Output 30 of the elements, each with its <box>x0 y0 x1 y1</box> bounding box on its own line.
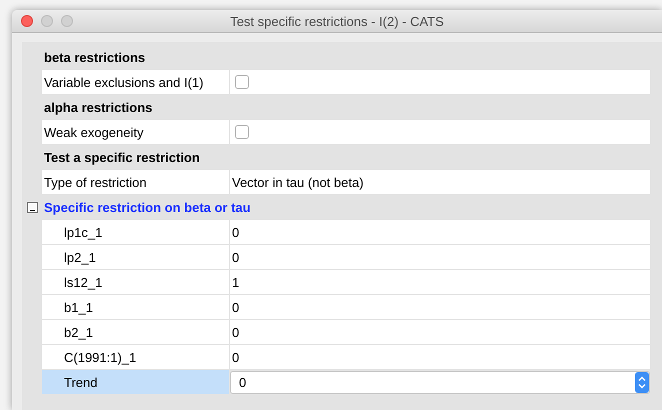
property-label[interactable]: b1_1 <box>42 295 230 320</box>
spin-field[interactable]: 0 <box>230 370 650 394</box>
section-header: alpha restrictions <box>43 99 152 117</box>
property-label[interactable]: C(1991:1)_1 <box>42 345 230 370</box>
checkbox[interactable] <box>235 125 249 139</box>
property-label[interactable]: Weak exogeneity <box>42 120 230 145</box>
group-header[interactable]: Specific restriction on beta or tau <box>42 195 251 220</box>
property-value[interactable]: 0 <box>232 300 240 314</box>
collapse-icon[interactable] <box>26 202 38 213</box>
property-label[interactable]: Type of restriction <box>42 170 230 195</box>
checkbox[interactable] <box>235 75 249 89</box>
property-value[interactable]: 0 <box>232 350 240 364</box>
stepper-icon[interactable] <box>635 372 649 392</box>
property-value[interactable]: 0 <box>232 224 240 240</box>
window-title: Test specific restrictions - I(2) - CATS <box>230 14 444 28</box>
section-header: beta restrictions <box>43 49 146 67</box>
property-label[interactable]: Trend <box>42 370 230 395</box>
close-button[interactable] <box>21 15 33 27</box>
property-label[interactable]: ls12_1 <box>42 270 230 295</box>
property-label[interactable]: b2_1 <box>42 320 230 345</box>
minimize-button[interactable] <box>41 15 53 27</box>
property-value[interactable]: 0 <box>232 250 240 264</box>
property-label[interactable]: lp1c_1 <box>42 220 230 245</box>
property-value[interactable]: 1 <box>232 274 240 290</box>
property-value[interactable]: 0 <box>232 324 240 340</box>
zoom-button[interactable] <box>61 15 73 27</box>
property-value[interactable]: Vector in tau (not beta) <box>232 174 364 190</box>
property-label[interactable]: lp2_1 <box>42 245 230 270</box>
property-label[interactable]: Variable exclusions and I(1) <box>42 70 230 95</box>
section-header: Test a specific restriction <box>43 149 200 167</box>
